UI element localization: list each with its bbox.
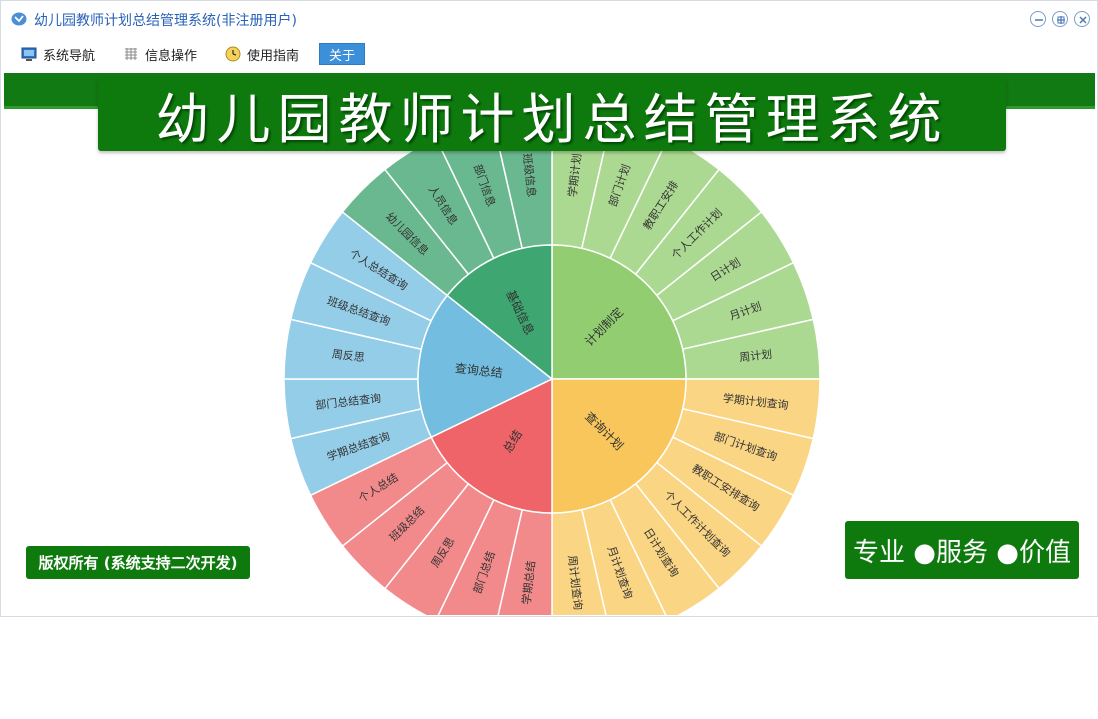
copyright-badge: 版权所有 (系统支持二次开发)	[26, 546, 250, 579]
monitor-icon	[21, 46, 37, 62]
minimize-icon	[1035, 19, 1043, 21]
close-icon	[1079, 16, 1087, 24]
close-button[interactable]	[1074, 11, 1090, 27]
menu-label: 使用指南	[247, 48, 300, 64]
window-title: 幼儿园教师计划总结管理系统(非注册用户)	[34, 13, 297, 29]
main-content: 学期计划 部门计划 教职工安排 个人工作计划 日计划 月计划 周计划 计划制定 学期计划查询 部门…	[4, 73, 1095, 615]
slogan-badge: 专业 ●服务 ●价值	[845, 521, 1079, 579]
menu-info-operation[interactable]: 信息操作	[123, 43, 197, 65]
menu-user-guide[interactable]: 使用指南	[225, 43, 299, 65]
menu-label: 系统导航	[43, 48, 96, 64]
minimize-button[interactable]	[1030, 11, 1046, 27]
app-logo-icon	[11, 12, 27, 26]
grid-icon	[123, 46, 139, 62]
menu-about[interactable]: 关于	[319, 43, 366, 65]
application-window: 幼儿园教师计划总结管理系统(非注册用户) 系统导航 信息操作 使用指南 关于 学…	[0, 0, 1098, 617]
restore-button[interactable]	[1052, 11, 1068, 27]
menu-system-navigation[interactable]: 系统导航	[21, 43, 95, 65]
menu-label: 关于	[329, 48, 356, 64]
restore-icon	[1057, 16, 1065, 24]
system-banner: 幼儿园教师计划总结管理系统	[98, 78, 1006, 151]
menu-bar: 系统导航 信息操作 使用指南 关于	[1, 37, 1097, 71]
menu-label: 信息操作	[145, 48, 198, 64]
clock-icon	[225, 46, 241, 62]
banner-title: 幼儿园教师计划总结管理系统	[155, 88, 949, 151]
title-bar: 幼儿园教师计划总结管理系统(非注册用户)	[1, 1, 1097, 37]
